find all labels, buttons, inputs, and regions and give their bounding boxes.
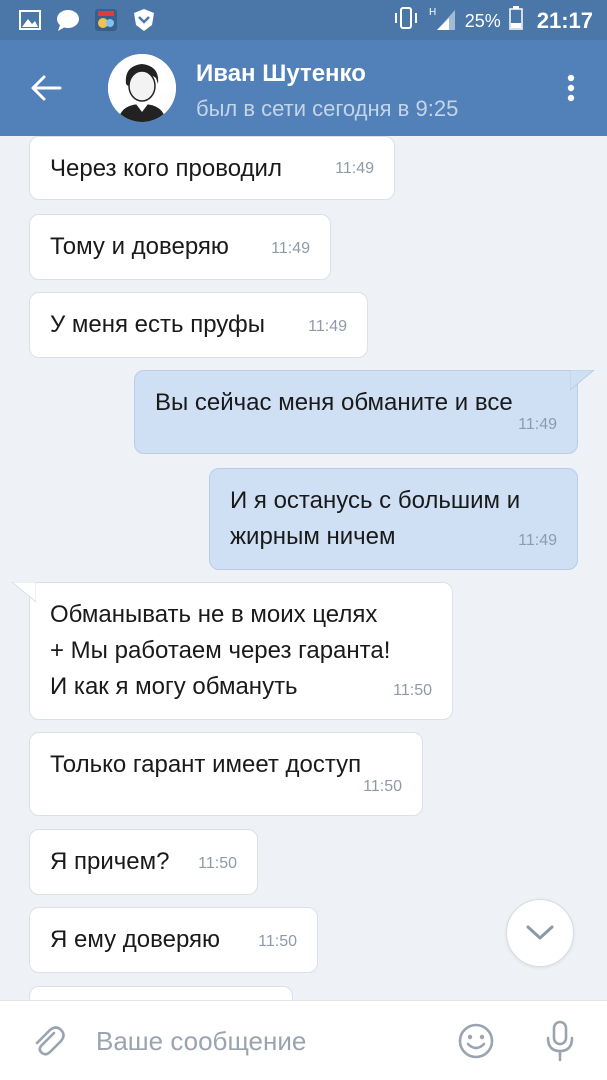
gallery-icon	[18, 8, 42, 32]
more-vert-icon	[567, 74, 575, 102]
message-text: Я причем?	[50, 848, 170, 875]
bubble-tail	[570, 370, 595, 391]
message-time: 11:50	[198, 855, 237, 872]
contact-name[interactable]: Иван Шутенко	[196, 60, 366, 88]
message-list[interactable]: Через кого проводил 11:49 Тому и доверяю…	[0, 136, 607, 1000]
message-time: 11:50	[363, 778, 402, 795]
avatar-portrait	[108, 54, 176, 122]
microphone-icon	[546, 1020, 574, 1062]
message-text: Только гарант имеет доступ	[50, 751, 362, 778]
message-incoming[interactable]: Тому и доверяю 11:49	[29, 214, 331, 280]
clock: 21:17	[536, 8, 593, 33]
battery-percent: 25%	[464, 10, 501, 31]
avatar[interactable]	[108, 54, 176, 122]
voice-record-button[interactable]	[540, 1019, 580, 1063]
smiley-icon	[458, 1023, 494, 1059]
game-icon	[94, 8, 118, 32]
message-time: 11:49	[518, 416, 557, 433]
message-text: И я останусь с большим и жирным ничем	[230, 487, 521, 550]
signal-icon: H	[427, 6, 457, 36]
message-incoming[interactable]: Через кого проводил 11:49	[29, 136, 395, 200]
message-time: 11:49	[308, 318, 347, 335]
message-text: Через кого проводил	[50, 155, 282, 182]
chevron-down-icon	[526, 925, 554, 940]
message-incoming[interactable]: Обманывать не в моих целях + Мы работаем…	[29, 582, 453, 720]
message-incoming[interactable]: Я причем? 11:50	[29, 829, 258, 895]
emoji-button[interactable]	[456, 1021, 496, 1061]
vibrate-icon	[393, 7, 419, 35]
bubble-tail	[11, 582, 36, 603]
message-time: 11:49	[335, 160, 374, 177]
message-outgoing[interactable]: И я останусь с большим и жирным ничем 11…	[209, 468, 578, 570]
message-time: 11:49	[271, 240, 310, 257]
message-time: 11:50	[258, 933, 297, 950]
scroll-down-button[interactable]	[506, 899, 574, 967]
message-text: Тому и доверяю	[50, 233, 229, 260]
message-incoming[interactable]: Я ему доверяю 11:50	[29, 907, 318, 973]
message-incoming[interactable]: Только гарант имеет доступ 11:50	[29, 732, 423, 816]
message-input[interactable]	[96, 1019, 426, 1063]
attach-button[interactable]	[28, 1021, 68, 1061]
status-bar: H 25% 21:17	[0, 0, 607, 40]
message-time: 11:50	[393, 682, 432, 699]
message-incoming[interactable]: У меня есть пруфы 11:49	[29, 292, 368, 358]
message-text: У меня есть пруфы	[50, 311, 265, 338]
message-incoming-partial[interactable]	[29, 986, 293, 1000]
message-text: Вы сейчас меня обманите и все	[155, 389, 513, 416]
battery-icon	[508, 6, 523, 36]
back-button[interactable]	[26, 68, 66, 108]
network-type-label: H	[429, 7, 436, 18]
chat-bubble-icon	[56, 8, 80, 32]
chat-header: Иван Шутенко был в сети сегодня в 9:25	[0, 40, 607, 136]
menu-button[interactable]	[559, 68, 583, 108]
message-outgoing[interactable]: Вы сейчас меня обманите и все 11:49	[134, 370, 578, 454]
message-text: Обманывать не в моих целях + Мы работаем…	[50, 601, 391, 700]
arrow-left-icon	[31, 75, 62, 101]
composer	[0, 1000, 607, 1080]
paperclip-icon	[35, 1026, 65, 1056]
message-text: Я ему доверяю	[50, 926, 221, 953]
message-time: 11:49	[518, 532, 557, 549]
vk-shield-icon	[132, 8, 156, 32]
contact-last-seen: был в сети сегодня в 9:25	[196, 96, 459, 121]
